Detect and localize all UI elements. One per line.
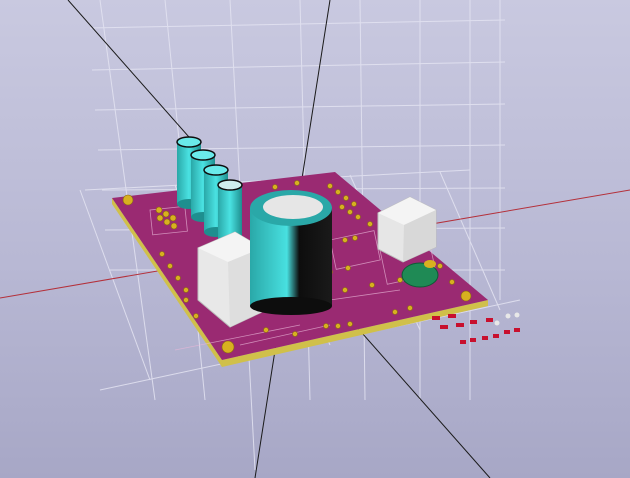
3d-viewport[interactable]	[0, 0, 630, 478]
3d-scene[interactable]	[0, 0, 630, 478]
smd-components	[432, 312, 520, 344]
large-capacitor[interactable]	[250, 190, 332, 315]
